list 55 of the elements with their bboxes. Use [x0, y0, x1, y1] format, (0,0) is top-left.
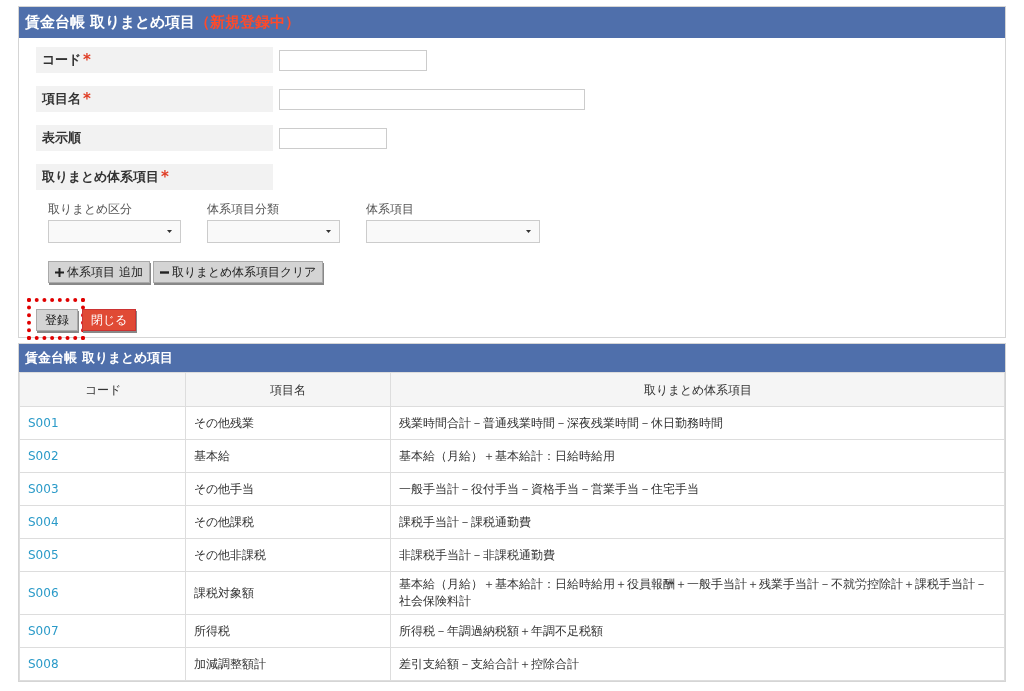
minus-icon	[159, 270, 169, 274]
action-button[interactable]: 取りまとめ体系項目クリア	[152, 261, 323, 283]
code-link[interactable]: S003	[28, 482, 59, 496]
label-text: 表示順	[42, 129, 81, 148]
caret-icon	[526, 230, 531, 233]
input-field[interactable]	[279, 49, 427, 71]
table-cell: 所得税	[185, 614, 391, 648]
column-header: 取りまとめ体系項目	[390, 372, 1005, 407]
column-header: コード	[19, 372, 186, 407]
select-label: 体系項目分類	[207, 201, 280, 218]
register-button[interactable]: 登録	[36, 309, 78, 331]
table-cell: 非課税手当計－非課税通勤費	[390, 538, 1005, 572]
code-link[interactable]: S007	[28, 624, 59, 638]
action-button[interactable]: 体系項目 追加	[48, 261, 150, 283]
input-field[interactable]	[279, 88, 585, 110]
table-cell: 基本給	[185, 439, 391, 473]
code-link[interactable]: S002	[28, 449, 59, 463]
table-cell: その他非課税	[185, 538, 391, 572]
required-mark: *	[83, 88, 91, 110]
label-text: 項目名	[42, 90, 81, 109]
table-cell: 課税手当計－課税通勤費	[390, 505, 1005, 539]
table-cell: その他手当	[185, 472, 391, 506]
code-link[interactable]: S006	[28, 586, 59, 600]
table-cell: 残業時間合計－普通残業時間－深夜残業時間－休日勤務時間	[390, 406, 1005, 440]
table-cell: 基本給（月給）＋基本給計：日給時給用	[390, 439, 1005, 473]
panel-title: 賃金台帳 取りまとめ項目	[25, 349, 173, 368]
column-header: 項目名	[185, 372, 391, 407]
caret-icon	[167, 230, 172, 233]
code-link[interactable]: S004	[28, 515, 59, 529]
select-label: 取りまとめ区分	[48, 201, 133, 218]
code-link[interactable]: S008	[28, 657, 59, 671]
panel-title: 賃金台帳 取りまとめ項目	[25, 12, 196, 34]
code-link[interactable]: S001	[28, 416, 59, 430]
dropdown-field[interactable]	[366, 220, 540, 243]
required-mark: *	[161, 166, 169, 188]
table-cell: 課税対象額	[185, 571, 391, 615]
label-text: コード	[42, 51, 81, 70]
code-link[interactable]: S005	[28, 548, 59, 562]
table-cell: 基本給（月給）＋基本給計：日給時給用＋役員報酬＋一般手当計＋残業手当計－不就労控除計＋課税手当計－社会保険料計	[390, 571, 1005, 615]
plus-icon	[55, 267, 64, 277]
table-cell: 一般手当計－役付手当－資格手当－営業手当－住宅手当	[390, 472, 1005, 506]
required-mark: *	[83, 49, 91, 71]
select-label: 体系項目	[366, 201, 415, 218]
label-text: 取りまとめ体系項目	[42, 168, 159, 187]
dropdown-field[interactable]	[48, 220, 181, 243]
table-cell: 加減調整額計	[185, 647, 391, 681]
table-cell: その他残業	[185, 406, 391, 440]
table-cell: 差引支給額－支給合計＋控除合計	[390, 647, 1005, 681]
input-field[interactable]	[279, 127, 387, 149]
status-label: （新規登録中）	[195, 12, 301, 34]
dropdown-field[interactable]	[207, 220, 340, 243]
table-cell: 所得税－年調過納税額＋年調不足税額	[390, 614, 1005, 648]
table-cell: その他課税	[185, 505, 391, 539]
caret-icon	[326, 230, 331, 233]
close-button[interactable]: 閉じる	[82, 309, 136, 331]
